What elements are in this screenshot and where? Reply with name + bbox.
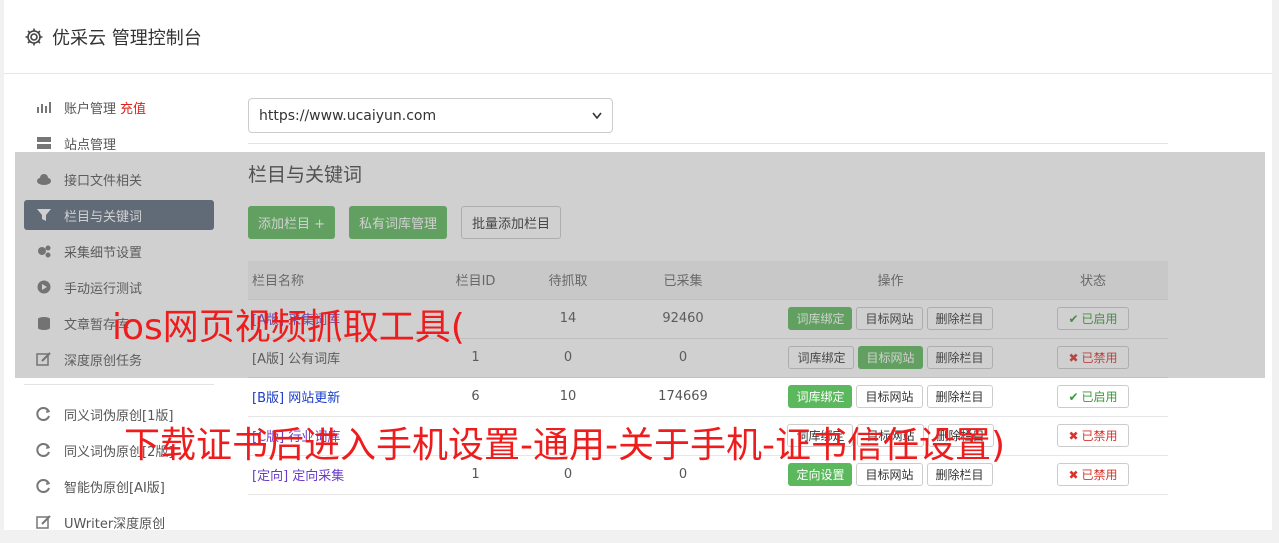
add-column-button[interactable]: 添加栏目 + bbox=[248, 206, 336, 239]
sidebar-item-label: 手动运行测试 bbox=[64, 281, 143, 297]
status-toggle[interactable]: ✖ 已禁用 bbox=[1057, 463, 1129, 486]
table-header-row: 栏目名称 栏目ID 待抓取 已采集 操作 状态 bbox=[248, 261, 1168, 299]
status-toggle[interactable]: ✖ 已禁用 bbox=[1057, 346, 1129, 369]
delete-column-button[interactable]: 删除栏目 bbox=[926, 385, 993, 408]
column-name[interactable]: [定向] 定向采集 bbox=[252, 469, 344, 484]
column-id: 6 bbox=[418, 376, 533, 416]
delete-column-button[interactable]: 删除栏目 bbox=[926, 346, 993, 369]
site-select[interactable]: https://www.ucaiyun.com bbox=[248, 98, 613, 133]
app-header: 优采云 管理控制台 bbox=[4, 0, 1272, 74]
sidebar-item-label: 栏目与关键词 bbox=[64, 209, 143, 225]
site-select-value: https://www.ucaiyun.com bbox=[259, 107, 437, 124]
check-icon: ✔ bbox=[1068, 389, 1079, 404]
main-divider bbox=[248, 143, 1168, 144]
status-toggle[interactable]: ✔ 已启用 bbox=[1057, 307, 1129, 330]
dict-bind-button[interactable]: 词库绑定 bbox=[788, 307, 853, 330]
recharge-link[interactable]: 充值 bbox=[120, 98, 146, 117]
col-header-collected: 已采集 bbox=[603, 261, 763, 299]
dict-bind-button[interactable]: 词库绑定 bbox=[788, 385, 853, 408]
filter-icon bbox=[36, 207, 52, 223]
column-name[interactable]: [B版] 网站更新 bbox=[252, 391, 340, 406]
database-icon bbox=[36, 315, 52, 331]
private-dict-button[interactable]: 私有词库管理 bbox=[349, 206, 448, 239]
sidebar-item-account[interactable]: 账户管理 充值 bbox=[24, 92, 214, 122]
batch-add-button[interactable]: 批量添加栏目 bbox=[461, 206, 562, 239]
refresh-icon bbox=[36, 442, 52, 458]
watermark-line-2: 下载证书后进入手机设置-通用-关于手机-证书信任设置) bbox=[124, 425, 1006, 466]
bar-chart-icon bbox=[36, 99, 52, 115]
toolbar: 添加栏目 + 私有词库管理 批量添加栏目 bbox=[248, 206, 1168, 239]
app-title: 优采云 管理控制台 bbox=[52, 27, 202, 49]
dict-bind-button[interactable]: 词库绑定 bbox=[788, 346, 855, 369]
status-toggle[interactable]: ✔ 已启用 bbox=[1057, 385, 1129, 408]
sidebar-item-collect-settings[interactable]: 采集细节设置 bbox=[24, 236, 214, 266]
sidebar-item-label: 站点管理 bbox=[64, 137, 117, 153]
delete-column-button[interactable]: 删除栏目 bbox=[926, 307, 993, 330]
status-label: 已禁用 bbox=[1081, 429, 1118, 443]
table-row: [B版] 网站更新 6 10 174669 词库绑定 目标网站 删除栏目 ✔ 已启用 bbox=[248, 376, 1168, 416]
status-toggle[interactable]: ✖ 已禁用 bbox=[1057, 424, 1129, 447]
col-header-pending: 待抓取 bbox=[533, 261, 603, 299]
row-actions: 词库绑定 目标网站 删除栏目 bbox=[763, 346, 1018, 369]
section-title: 栏目与关键词 bbox=[248, 164, 363, 186]
check-icon: ✔ bbox=[1068, 311, 1079, 326]
status-label: 已启用 bbox=[1081, 312, 1118, 326]
pending-count[interactable]: 10 bbox=[533, 376, 603, 416]
target-site-button[interactable]: 目标网站 bbox=[856, 307, 923, 330]
pending-count[interactable]: 0 bbox=[533, 337, 603, 377]
sidebar-item-interface[interactable]: 接口文件相关 bbox=[24, 164, 214, 194]
sidebar-item-sites[interactable]: 站点管理 bbox=[24, 128, 214, 158]
edit-icon bbox=[36, 514, 52, 530]
col-header-id: 栏目ID bbox=[418, 261, 533, 299]
target-site-button[interactable]: 目标网站 bbox=[858, 346, 923, 369]
status-label: 已启用 bbox=[1081, 390, 1118, 404]
sidebar-divider bbox=[24, 384, 214, 385]
cogs-icon bbox=[36, 243, 52, 259]
sidebar-item-uwriter[interactable]: UWriter深度原创 bbox=[24, 507, 214, 537]
collected-count: 0 bbox=[603, 337, 763, 377]
col-header-name: 栏目名称 bbox=[248, 261, 418, 299]
sidebar-item-label: 深度原创任务 bbox=[64, 353, 143, 369]
sidebar-item-label: 接口文件相关 bbox=[64, 173, 143, 189]
status-label: 已禁用 bbox=[1081, 351, 1118, 365]
collected-count: 174669 bbox=[603, 376, 763, 416]
cross-icon: ✖ bbox=[1068, 428, 1079, 443]
column-name: [A版] 公有词库 bbox=[252, 352, 341, 367]
row-actions: 词库绑定 目标网站 删除栏目 bbox=[763, 307, 1018, 330]
collected-count: 92460 bbox=[603, 298, 763, 338]
sidebar-item-label: UWriter深度原创 bbox=[64, 516, 166, 532]
gear-icon bbox=[25, 28, 43, 45]
row-actions: 词库绑定 目标网站 删除栏目 bbox=[763, 385, 1018, 408]
watermark-line-1: ios网页视频抓取工具( bbox=[112, 307, 465, 348]
edit-icon bbox=[36, 351, 52, 367]
cross-icon: ✖ bbox=[1068, 350, 1079, 365]
sidebar-item-label: 采集细节设置 bbox=[64, 245, 143, 261]
cross-icon: ✖ bbox=[1068, 467, 1079, 482]
col-header-status: 状态 bbox=[1018, 261, 1168, 299]
cloud-upload-icon bbox=[36, 171, 52, 187]
col-header-ops: 操作 bbox=[763, 261, 1018, 299]
sidebar-item-columns[interactable]: 栏目与关键词 bbox=[24, 200, 214, 230]
sidebar-item-label: 账户管理 bbox=[64, 101, 117, 117]
play-icon bbox=[36, 279, 52, 295]
pending-count[interactable]: 14 bbox=[533, 298, 603, 338]
refresh-icon bbox=[36, 478, 52, 494]
status-label: 已禁用 bbox=[1081, 468, 1118, 482]
refresh-icon bbox=[36, 406, 52, 422]
chevron-down-icon bbox=[592, 112, 602, 119]
target-site-button[interactable]: 目标网站 bbox=[856, 385, 923, 408]
server-icon bbox=[36, 135, 52, 151]
sidebar-item-ai-original[interactable]: 智能伪原创[AI版] bbox=[24, 471, 214, 501]
sidebar-item-label: 智能伪原创[AI版] bbox=[64, 480, 165, 496]
